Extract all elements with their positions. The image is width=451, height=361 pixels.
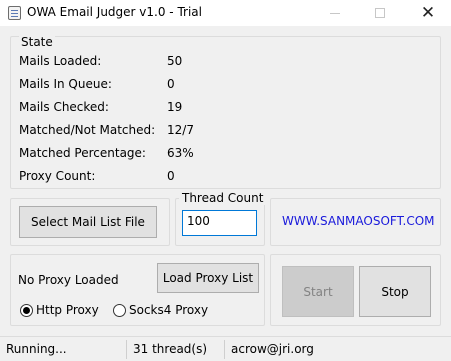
app-icon bbox=[8, 6, 21, 20]
close-icon: ✕ bbox=[420, 2, 436, 23]
thread-count-group: Thread Count 100 bbox=[175, 191, 267, 246]
state-label: Matched/Not Matched: bbox=[19, 123, 156, 137]
minimize-icon bbox=[330, 12, 340, 14]
current-email-status: acrow@jri.org bbox=[231, 342, 314, 356]
window-title: OWA Email Judger v1.0 - Trial bbox=[27, 5, 202, 19]
website-link[interactable]: WWW.SANMAOSOFT.COM bbox=[282, 214, 435, 228]
title-bar[interactable]: OWA Email Judger v1.0 - Trial ✕ bbox=[0, 0, 451, 26]
start-button[interactable]: Start bbox=[282, 266, 354, 317]
status-separator bbox=[126, 340, 127, 359]
state-value: 12/7 bbox=[167, 123, 194, 137]
state-row-mails-loaded: Mails Loaded: 50 bbox=[19, 54, 419, 70]
status-separator bbox=[224, 340, 225, 359]
socks4-proxy-radio[interactable] bbox=[113, 304, 126, 317]
state-row-mails-checked: Mails Checked: 19 bbox=[19, 100, 419, 116]
state-label: Matched Percentage: bbox=[19, 146, 146, 160]
state-row-matched-percentage: Matched Percentage: 63% bbox=[19, 146, 419, 162]
state-legend: State bbox=[19, 35, 55, 49]
stop-button[interactable]: Stop bbox=[359, 266, 431, 317]
mail-list-group: Select Mail List File bbox=[10, 198, 170, 246]
select-mail-list-button[interactable]: Select Mail List File bbox=[19, 206, 157, 238]
maximize-button[interactable] bbox=[357, 0, 403, 26]
state-value: 0 bbox=[167, 169, 175, 183]
state-label: Mails Loaded: bbox=[19, 54, 102, 68]
state-label: Mails In Queue: bbox=[19, 77, 112, 91]
client-area: State Mails Loaded: 50 Mails In Queue: 0… bbox=[0, 26, 451, 336]
socks4-proxy-label[interactable]: Socks4 Proxy bbox=[129, 303, 208, 317]
close-button[interactable]: ✕ bbox=[405, 0, 451, 26]
maximize-icon bbox=[375, 8, 385, 18]
state-value: 19 bbox=[167, 100, 183, 114]
state-row-mails-in-queue: Mails In Queue: 0 bbox=[19, 77, 419, 93]
state-group: State Mails Loaded: 50 Mails In Queue: 0… bbox=[10, 35, 441, 189]
state-row-proxy-count: Proxy Count: 0 bbox=[19, 169, 419, 185]
proxy-group: No Proxy Loaded Load Proxy List Http Pro… bbox=[10, 254, 265, 326]
state-value: 0 bbox=[167, 77, 175, 91]
state-label: Proxy Count: bbox=[19, 169, 96, 183]
status-bar: Running... 31 thread(s) acrow@jri.org bbox=[0, 336, 451, 361]
state-label: Mails Checked: bbox=[19, 100, 109, 114]
thread-count-legend: Thread Count bbox=[179, 191, 267, 205]
http-proxy-label[interactable]: Http Proxy bbox=[36, 303, 99, 317]
state-value: 63% bbox=[167, 146, 194, 160]
minimize-button[interactable] bbox=[312, 0, 358, 26]
proxy-status: No Proxy Loaded bbox=[18, 273, 119, 287]
thread-count-input[interactable]: 100 bbox=[182, 210, 257, 236]
state-row-matched-not-matched: Matched/Not Matched: 12/7 bbox=[19, 123, 419, 139]
website-group: WWW.SANMAOSOFT.COM bbox=[270, 198, 441, 246]
state-value: 50 bbox=[167, 54, 183, 68]
http-proxy-radio[interactable] bbox=[20, 304, 33, 317]
load-proxy-list-button[interactable]: Load Proxy List bbox=[157, 263, 259, 293]
action-group: Start Stop bbox=[270, 254, 441, 326]
status-text: Running... bbox=[6, 342, 67, 356]
thread-count-status: 31 thread(s) bbox=[133, 342, 208, 356]
